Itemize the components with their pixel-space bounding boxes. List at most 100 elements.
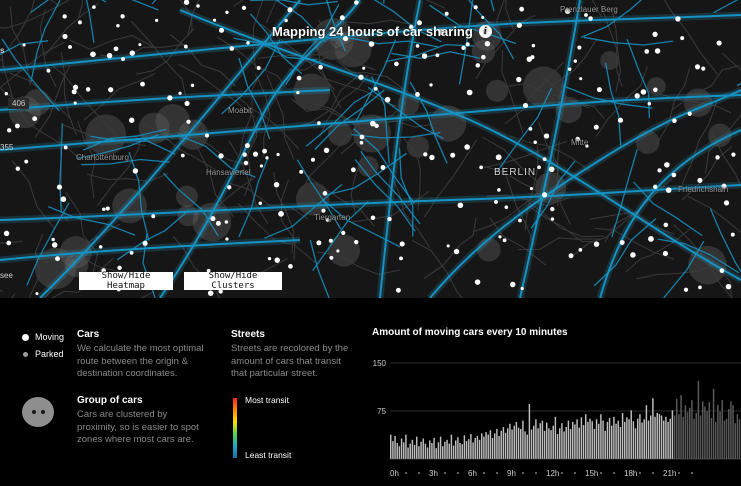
car-dot [730,232,735,237]
chart-bar [615,423,617,459]
chart-bar [413,444,416,459]
car-dot [284,18,288,23]
chart-bar [552,425,554,459]
chart-bar [409,443,411,459]
moving-dot-icon [22,333,29,341]
street [458,0,474,85]
car-dot [6,128,12,133]
car-dot [529,186,534,191]
street [713,0,739,14]
chart-bar [539,423,541,459]
car-dot [63,145,68,150]
chart-bar [704,406,706,459]
toggle-heatmap-button[interactable]: Show/Hide Heatmap [79,271,173,291]
chart-bar [392,441,394,459]
x-tick-label: 9h [507,469,516,478]
chart-bar [474,437,476,459]
car-dot [543,133,550,139]
chart-bar [452,445,455,459]
toggle-clusters-button[interactable]: Show/Hide Clusters [184,271,282,291]
car-dot [725,283,732,290]
chart-bar [723,420,726,459]
car-dot [578,247,583,252]
x-tick-label: 21h [663,469,676,478]
chart-bar [632,421,635,459]
chart-bar [639,414,641,459]
car-dot [450,152,456,158]
minor-street [412,239,463,298]
chart-bar [669,418,671,459]
car-dot [22,43,26,47]
chart-bar [533,425,535,459]
car-dot [370,120,376,127]
car-dot [654,48,661,54]
chart-bar [498,435,500,459]
place-friedrichshain: Friedrichshain [678,185,729,194]
moving-cars-chart[interactable]: 75 150 0h 3h 6h 9h 12h 15h 18h 21h [368,355,741,486]
car-dot [210,216,216,222]
car-dot [46,68,51,73]
car-dot [444,11,449,16]
minor-street [423,217,477,280]
info-icon[interactable]: i [478,25,492,38]
chart-bar [721,400,723,459]
car-dot [399,241,405,247]
map-title: Mapping 24 hours of car sharing i [272,24,492,39]
car-dot [73,101,77,105]
car-dot [593,124,599,130]
car-dot [299,169,304,174]
chart-bar [732,405,734,459]
car-dot [77,20,82,25]
car-dot [453,248,460,255]
chart-bar [478,439,481,459]
chart-bar [663,420,665,459]
chart-bar [448,443,450,459]
chart-bar [712,388,715,459]
car-dot [184,100,190,106]
car-dot [421,53,428,59]
x-minor-dot [482,471,486,475]
car-dot [519,6,525,12]
car-dot [481,15,485,19]
car-dot [55,256,60,262]
car-dot [435,53,440,58]
chart-bar [491,437,494,459]
car-dot [516,22,522,28]
chart-bar [658,414,661,459]
car-dot [318,64,323,70]
chart-bar [738,419,741,459]
chart-bar [708,402,710,459]
car-dot [671,172,677,178]
chart-bar [656,412,658,459]
most-transit-label: Most transit [245,395,289,405]
car-dot [495,154,502,161]
car-dot [494,199,498,204]
chart-bar [390,434,392,459]
map-view[interactable]: Mapping 24 hours of car sharing i Prenzl… [0,0,741,298]
x-tick-label: 15h [585,469,598,478]
edge-label-second: 355 [0,143,14,152]
chart-bar [502,427,505,459]
streets-title: Streets [231,329,265,340]
car-dot [359,134,365,140]
car-dot [120,14,125,19]
cars-title: Cars [77,329,100,340]
car-dot [484,40,491,47]
chart-bar [511,429,513,459]
chart-bar [554,416,557,459]
car-dot [72,84,79,90]
chart-bar [403,442,405,459]
chart-bar [606,421,609,459]
car-dot [273,182,280,188]
car-dot [105,206,110,211]
chart-bar [559,428,561,459]
car-dot [243,160,249,166]
chart-bar [546,422,548,459]
car-dot [568,67,572,71]
y-tick-label: 75 [377,407,386,416]
car-dot [466,89,473,96]
car-dot [384,96,391,103]
car-dot [259,164,264,168]
car-dot [698,285,702,290]
chart-bar [556,434,559,459]
